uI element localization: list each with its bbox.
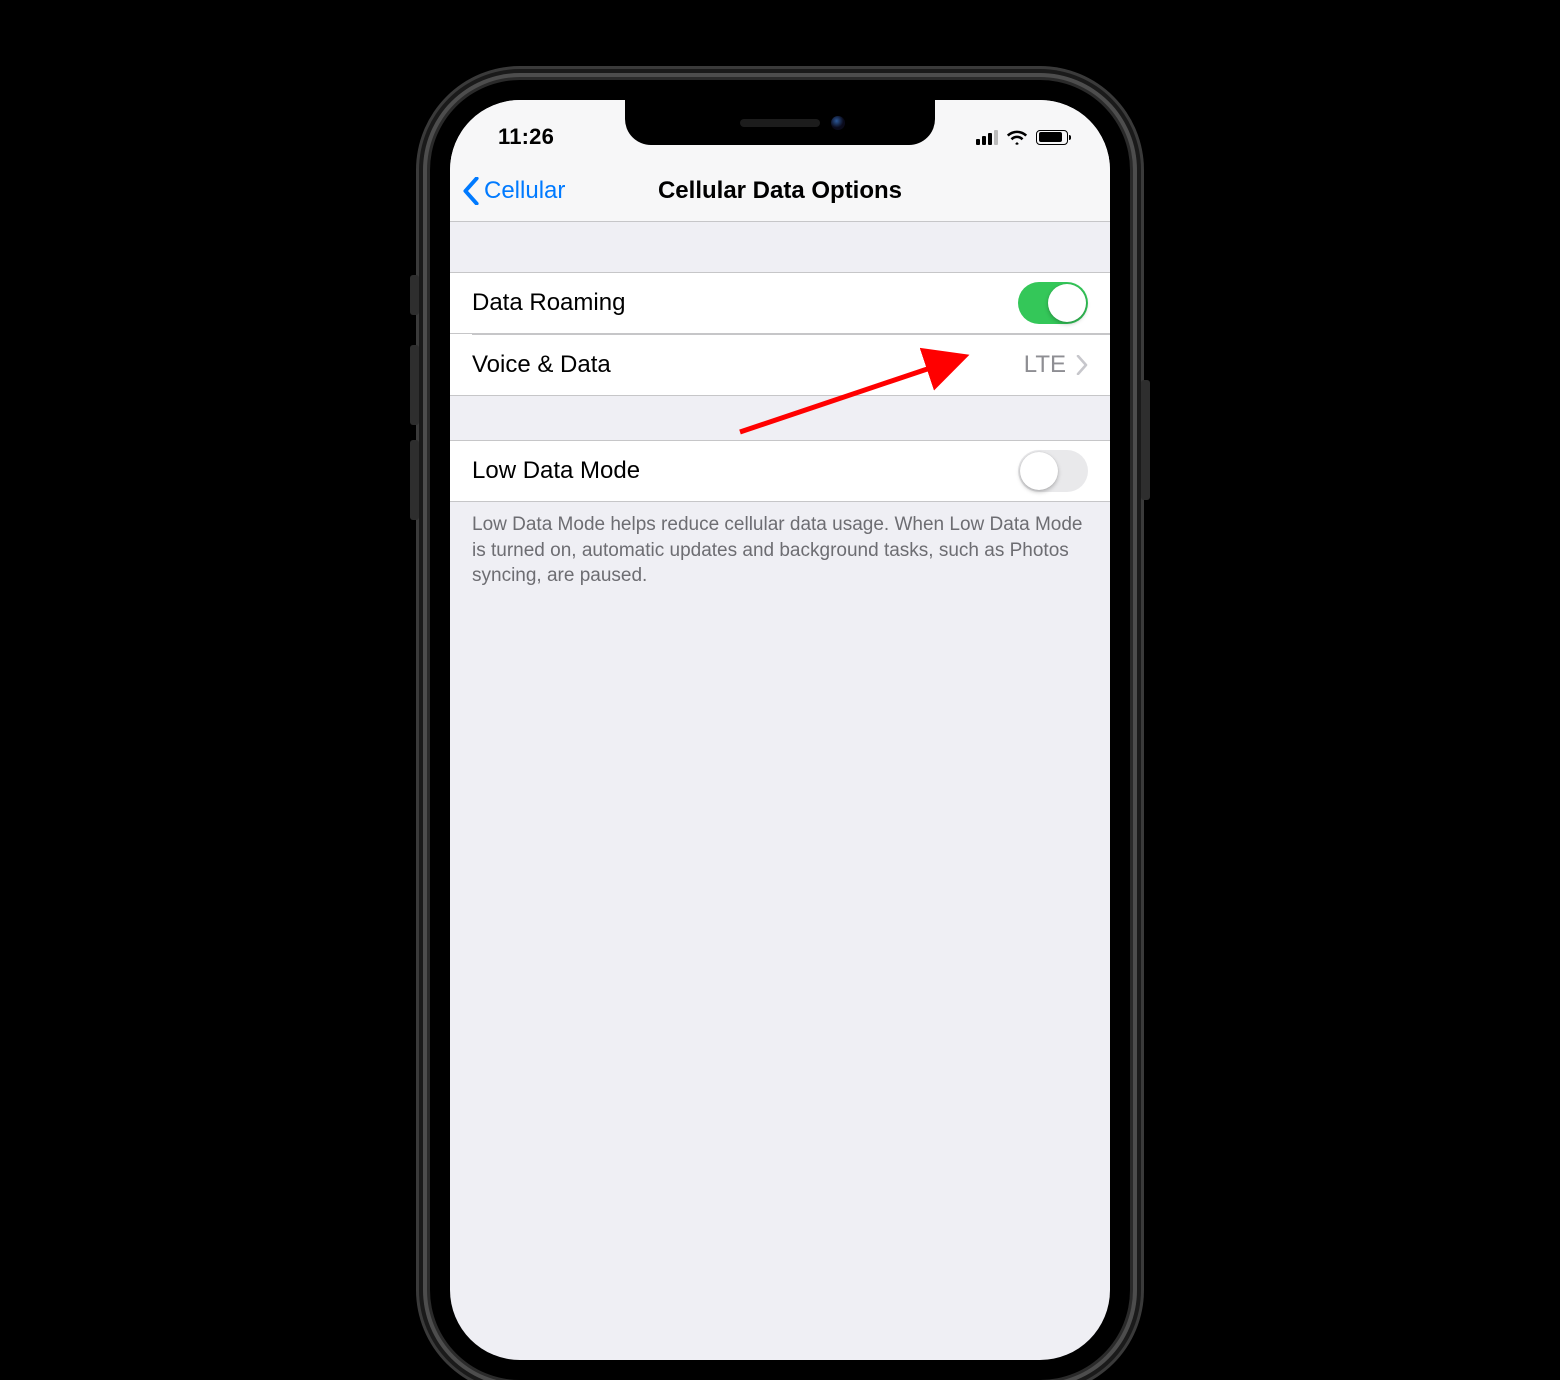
- row-voice-data[interactable]: Voice & Data LTE: [450, 334, 1110, 396]
- status-indicators: [976, 128, 1068, 146]
- status-time: 11:26: [498, 124, 554, 150]
- voice-data-value: LTE: [1024, 351, 1066, 379]
- front-camera: [831, 116, 845, 130]
- chevron-right-icon: [1076, 355, 1088, 375]
- voice-data-label: Voice & Data: [472, 351, 1024, 379]
- screen: 11:26 Cellular Cellular Data Options: [450, 100, 1110, 1360]
- row-low-data-mode[interactable]: Low Data Mode: [450, 440, 1110, 502]
- nav-bar: Cellular Cellular Data Options: [450, 160, 1110, 222]
- page-title: Cellular Data Options: [658, 177, 902, 205]
- volume-down-button: [410, 440, 419, 520]
- phone-frame: 11:26 Cellular Cellular Data Options: [430, 80, 1130, 1380]
- speaker: [740, 119, 820, 127]
- row-data-roaming[interactable]: Data Roaming: [450, 272, 1110, 334]
- low-data-mode-footer: Low Data Mode helps reduce cellular data…: [450, 502, 1110, 589]
- cellular-signal-icon: [976, 129, 998, 145]
- chevron-left-icon: [462, 177, 480, 205]
- power-button: [1141, 380, 1150, 500]
- wifi-icon: [1006, 128, 1028, 146]
- notch: [625, 100, 935, 145]
- mute-switch: [410, 275, 419, 315]
- volume-up-button: [410, 345, 419, 425]
- settings-content: Data Roaming Voice & Data LTE Low Data M…: [450, 222, 1110, 589]
- back-label: Cellular: [484, 177, 565, 205]
- low-data-mode-label: Low Data Mode: [472, 457, 1018, 485]
- data-roaming-toggle[interactable]: [1018, 282, 1088, 324]
- low-data-mode-toggle[interactable]: [1018, 450, 1088, 492]
- battery-icon: [1036, 130, 1068, 145]
- back-button[interactable]: Cellular: [462, 177, 565, 205]
- data-roaming-label: Data Roaming: [472, 289, 1018, 317]
